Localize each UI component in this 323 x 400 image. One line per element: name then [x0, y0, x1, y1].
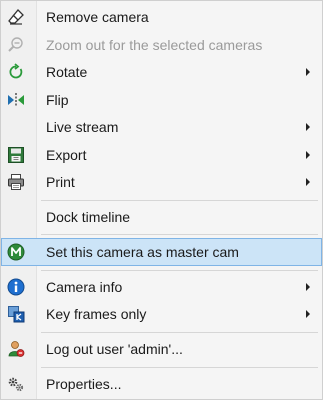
menu-item-camera-info[interactable]: Camera info	[1, 274, 322, 300]
menu-item-dock-timeline[interactable]: Dock timeline	[1, 204, 322, 230]
menu-item-export[interactable]: Export	[1, 142, 322, 168]
menu-item-label: Export	[46, 147, 87, 163]
menu-separator	[41, 200, 318, 201]
menu-item-live-stream[interactable]: Live stream	[1, 114, 322, 140]
submenu-arrow-icon	[306, 310, 310, 318]
menu-item-label: Key frames only	[46, 306, 147, 322]
menu-item-key-frames-only[interactable]: Key frames only	[1, 301, 322, 327]
submenu-arrow-icon	[306, 68, 310, 76]
menu-item-label: Rotate	[46, 64, 88, 80]
print-icon	[7, 173, 25, 191]
submenu-arrow-icon	[306, 283, 310, 291]
menu-item-label: Camera info	[46, 279, 123, 295]
menu-item-label: Print	[46, 174, 75, 190]
rotate-icon	[7, 63, 25, 81]
menu-item-print[interactable]: Print	[1, 169, 322, 195]
menu-item-set-master-cam[interactable]: Set this camera as master cam	[1, 238, 322, 266]
menu-item-label: Flip	[46, 92, 69, 108]
menu-separator	[41, 332, 318, 333]
submenu-arrow-icon	[306, 178, 310, 186]
menu-item-label: Remove camera	[46, 9, 149, 25]
menu-item-zoom-out[interactable]: Zoom out for the selected cameras	[1, 32, 322, 58]
menu-item-label: Log out user 'admin'...	[46, 341, 183, 357]
submenu-arrow-icon	[306, 123, 310, 131]
zoom-out-icon	[7, 36, 25, 54]
context-menu: Remove camera Zoom out for the selected …	[0, 0, 323, 400]
menu-item-label: Zoom out for the selected cameras	[46, 37, 263, 53]
logout-user-icon	[7, 340, 25, 358]
menu-item-log-out-user[interactable]: Log out user 'admin'...	[1, 336, 322, 362]
menu-item-flip[interactable]: Flip	[1, 87, 322, 113]
menu-item-properties[interactable]: Properties...	[1, 371, 322, 397]
export-icon	[7, 146, 25, 164]
menu-item-remove-camera[interactable]: Remove camera	[1, 4, 322, 30]
submenu-arrow-icon	[306, 151, 310, 159]
menu-separator	[41, 367, 318, 368]
menu-item-rotate[interactable]: Rotate	[1, 59, 322, 85]
flip-icon	[7, 91, 25, 109]
menu-item-label: Properties...	[46, 376, 122, 392]
menu-item-label: Live stream	[46, 119, 119, 135]
info-icon	[7, 278, 25, 296]
menu-item-label: Set this camera as master cam	[46, 244, 239, 260]
menu-separator	[41, 234, 318, 235]
master-cam-icon	[7, 243, 25, 261]
menu-separator	[41, 270, 318, 271]
gears-icon	[7, 375, 25, 393]
menu-item-label: Dock timeline	[46, 209, 131, 225]
key-frames-icon	[7, 305, 25, 323]
eraser-icon	[7, 8, 25, 26]
